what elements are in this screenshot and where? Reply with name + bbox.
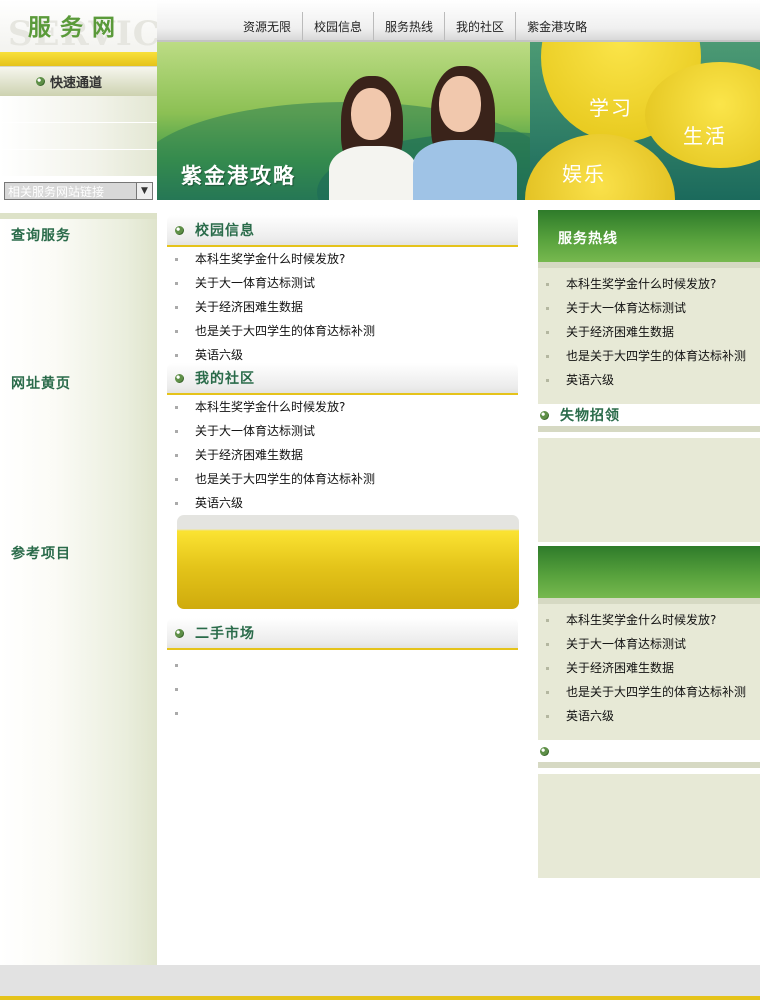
sidebar-sections: 查询服务 网址黄页 参考项目: [0, 213, 157, 965]
banner-word-study: 学习: [589, 96, 633, 120]
yellow-divider: [0, 52, 157, 66]
list-item[interactable]: 本科生奖学金什么时候发放?: [538, 272, 760, 296]
bullet-icon: [175, 628, 184, 638]
market-list: [175, 653, 195, 725]
list-item[interactable]: 本科生奖学金什么时候发放?: [175, 395, 375, 419]
nav-item-hotline[interactable]: 服务热线: [374, 12, 446, 40]
bullet-icon: [540, 410, 549, 420]
bullet-icon: [175, 373, 184, 383]
list-item[interactable]: 本科生奖学金什么时候发放?: [538, 608, 760, 632]
list-item[interactable]: 关于大一体育达标测试: [538, 296, 760, 320]
section-title: 我的社区: [195, 371, 255, 387]
list-item[interactable]: 也是关于大四学生的体育达标补测: [175, 319, 375, 343]
list-item[interactable]: 关于经济困难生数据: [538, 656, 760, 680]
bullet-icon: [36, 77, 45, 86]
bullet-icon: [540, 746, 549, 756]
top-nav: 资源无限 校园信息 服务热线 我的社区 紫金港攻略: [157, 0, 760, 42]
sidebar-heading-query[interactable]: 查询服务: [11, 225, 71, 245]
hero-banner: 学习 生活 娱乐 紫金港攻略: [157, 42, 760, 200]
empty-section-header[interactable]: [538, 740, 760, 768]
nav-item-campus[interactable]: 校园信息: [303, 12, 375, 40]
list-item[interactable]: 关于大一体育达标测试: [538, 632, 760, 656]
hotline-header[interactable]: 服务热线: [538, 210, 760, 262]
section-header-community[interactable]: 我的社区: [167, 363, 518, 395]
list-item[interactable]: 也是关于大四学生的体育达标补测: [538, 680, 760, 704]
list-item[interactable]: [175, 653, 195, 677]
bullet-icon: [175, 225, 184, 235]
section-header-campus[interactable]: 校园信息: [167, 215, 518, 247]
campus-news-list: 本科生奖学金什么时候发放? 关于大一体育达标测试 关于经济困难生数据 也是关于大…: [175, 247, 375, 367]
left-sidebar: SERVICE 服务网 快速通道 相关服务网站链接 ▼ 查询服务 网址黄页 参考…: [0, 0, 157, 965]
lost-found-panel: [538, 438, 760, 542]
sidebar-heading-reference[interactable]: 参考项目: [11, 543, 71, 563]
hotline-list: 本科生奖学金什么时候发放? 关于大一体育达标测试 关于经济困难生数据 也是关于大…: [538, 262, 760, 404]
related-links-wrapper: 相关服务网站链接 ▼: [0, 177, 157, 201]
quick-link-row[interactable]: [0, 96, 157, 123]
logo-title: 服务网: [28, 14, 124, 41]
info-list: 本科生奖学金什么时候发放? 关于大一体育达标测试 关于经济困难生数据 也是关于大…: [538, 598, 760, 740]
site-logo[interactable]: SERVICE 服务网: [0, 0, 157, 52]
list-item[interactable]: [175, 701, 195, 725]
list-item[interactable]: 英语六级: [538, 368, 760, 392]
page-footer: [0, 965, 760, 1000]
section-header-market[interactable]: 二手市场: [167, 618, 518, 650]
banner-word-life: 生活: [683, 124, 727, 148]
quick-access-title: 快速通道: [50, 76, 103, 91]
list-item[interactable]: 英语六级: [538, 704, 760, 728]
nav-item-resources[interactable]: 资源无限: [232, 12, 304, 40]
sidebar-heading-directory[interactable]: 网址黄页: [11, 373, 71, 393]
list-item[interactable]: [175, 677, 195, 701]
student-photo: [329, 76, 419, 200]
community-news-list: 本科生奖学金什么时候发放? 关于大一体育达标测试 关于经济困难生数据 也是关于大…: [175, 395, 375, 515]
list-item[interactable]: 本科生奖学金什么时候发放?: [175, 247, 375, 271]
lost-found-header[interactable]: 失物招领: [538, 404, 760, 432]
related-links-select[interactable]: 相关服务网站链接 ▼: [4, 182, 153, 200]
list-item[interactable]: 关于大一体育达标测试: [175, 271, 375, 295]
section-title: 校园信息: [195, 223, 255, 239]
student-photo: [409, 66, 519, 200]
quick-access-header: 快速通道: [0, 66, 157, 96]
empty-panel: [538, 774, 760, 878]
nav-item-guide[interactable]: 紫金港攻略: [516, 12, 598, 40]
list-item[interactable]: 也是关于大四学生的体育达标补测: [175, 467, 375, 491]
chevron-down-icon[interactable]: ▼: [136, 183, 152, 199]
yellow-ad-panel[interactable]: [177, 515, 519, 609]
related-links-select-value: 相关服务网站链接: [8, 184, 105, 199]
quick-link-row[interactable]: [0, 150, 157, 177]
list-item[interactable]: 关于经济困难生数据: [538, 320, 760, 344]
list-item[interactable]: 关于经济困难生数据: [175, 443, 375, 467]
banner-word-fun: 娱乐: [562, 162, 606, 186]
list-item[interactable]: 关于经济困难生数据: [175, 295, 375, 319]
list-item[interactable]: 英语六级: [175, 491, 375, 515]
quick-link-row[interactable]: [0, 123, 157, 150]
list-item[interactable]: 关于大一体育达标测试: [175, 419, 375, 443]
banner-slogan: 紫金港攻略: [181, 163, 296, 188]
nav-item-community[interactable]: 我的社区: [445, 12, 517, 40]
section-title: 二手市场: [195, 626, 255, 642]
list-item[interactable]: 也是关于大四学生的体育达标补测: [538, 344, 760, 368]
section-title: 失物招领: [560, 408, 620, 424]
green-panel-header[interactable]: [538, 546, 760, 598]
